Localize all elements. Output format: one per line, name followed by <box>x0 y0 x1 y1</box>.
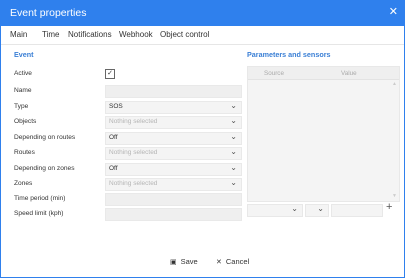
dialog-title: Event properties <box>10 7 87 19</box>
params-table[interactable]: Source Value ▲ ▼ <box>247 66 400 202</box>
type-label: Type <box>14 103 29 110</box>
event-properties-dialog: Event properties ✕ Main Time Notificatio… <box>0 0 405 278</box>
value-column-header: Value <box>341 70 357 77</box>
tab-notifications[interactable]: Notifications <box>68 30 112 39</box>
time-period-label: Time period (min) <box>14 195 66 202</box>
cancel-button[interactable]: ✕ Cancel <box>216 257 249 266</box>
tab-bar: Main Time Notifications Webhook Object c… <box>1 26 404 45</box>
save-button[interactable]: ▣ Save <box>170 257 198 266</box>
speed-limit-input[interactable] <box>105 208 242 221</box>
close-icon: ✕ <box>216 259 222 266</box>
save-label: Save <box>180 257 198 266</box>
chevron-down-icon: ⌄ <box>230 116 237 125</box>
routes-label: Routes <box>14 149 35 156</box>
routes-select-value: Nothing selected <box>109 149 158 156</box>
zones-label: Zones <box>14 180 33 187</box>
chevron-down-icon: ⌄ <box>230 163 237 172</box>
depending-zones-value: Off <box>109 165 118 172</box>
zones-select[interactable]: Nothing selected ⌄ <box>105 178 242 191</box>
save-icon: ▣ <box>170 259 177 266</box>
type-select-value: SOS <box>109 103 123 110</box>
active-label: Active <box>14 70 32 77</box>
chevron-down-icon: ⌄ <box>317 204 324 213</box>
source-select[interactable]: ⌄ <box>247 204 303 217</box>
depending-routes-label: Depending on routes <box>14 134 76 141</box>
scroll-down-icon[interactable]: ▼ <box>392 193 397 199</box>
params-section-title: Parameters and sensors <box>247 50 331 59</box>
close-icon[interactable]: ✕ <box>389 5 398 18</box>
time-period-input[interactable] <box>105 193 242 206</box>
chevron-down-icon: ⌄ <box>230 147 237 156</box>
add-icon[interactable]: + <box>386 201 392 213</box>
tab-webhook[interactable]: Webhook <box>119 30 153 39</box>
cancel-label: Cancel <box>225 257 250 266</box>
source-column-header: Source <box>264 70 284 77</box>
objects-select-value: Nothing selected <box>109 118 158 125</box>
name-input[interactable] <box>105 85 242 98</box>
name-label: Name <box>14 87 32 94</box>
event-section-title: Event <box>14 50 34 59</box>
depending-zones-select[interactable]: Off ⌄ <box>105 163 242 176</box>
value-input[interactable] <box>331 204 383 217</box>
active-checkbox[interactable]: ✓ <box>105 69 115 79</box>
zones-select-value: Nothing selected <box>109 180 158 187</box>
chevron-down-icon: ⌄ <box>230 132 237 141</box>
tab-main[interactable]: Main <box>10 30 27 39</box>
depending-routes-select[interactable]: Off ⌄ <box>105 132 242 145</box>
scroll-up-icon[interactable]: ▲ <box>392 81 397 87</box>
objects-select[interactable]: Nothing selected ⌄ <box>105 116 242 129</box>
params-table-header: Source Value <box>248 67 399 80</box>
type-select[interactable]: SOS ⌄ <box>105 101 242 114</box>
operator-select[interactable]: ⌄ <box>305 204 329 217</box>
depending-routes-value: Off <box>109 134 118 141</box>
routes-select[interactable]: Nothing selected ⌄ <box>105 147 242 160</box>
chevron-down-icon: ⌄ <box>230 178 237 187</box>
depending-zones-label: Depending on zones <box>14 165 75 172</box>
title-bar: Event properties ✕ <box>1 1 404 26</box>
chevron-down-icon: ⌄ <box>230 101 237 110</box>
tab-time[interactable]: Time <box>42 30 59 39</box>
speed-limit-label: Speed limit (kph) <box>14 210 64 217</box>
chevron-down-icon: ⌄ <box>291 204 298 213</box>
tab-object-control[interactable]: Object control <box>160 30 209 39</box>
objects-label: Objects <box>14 118 37 125</box>
